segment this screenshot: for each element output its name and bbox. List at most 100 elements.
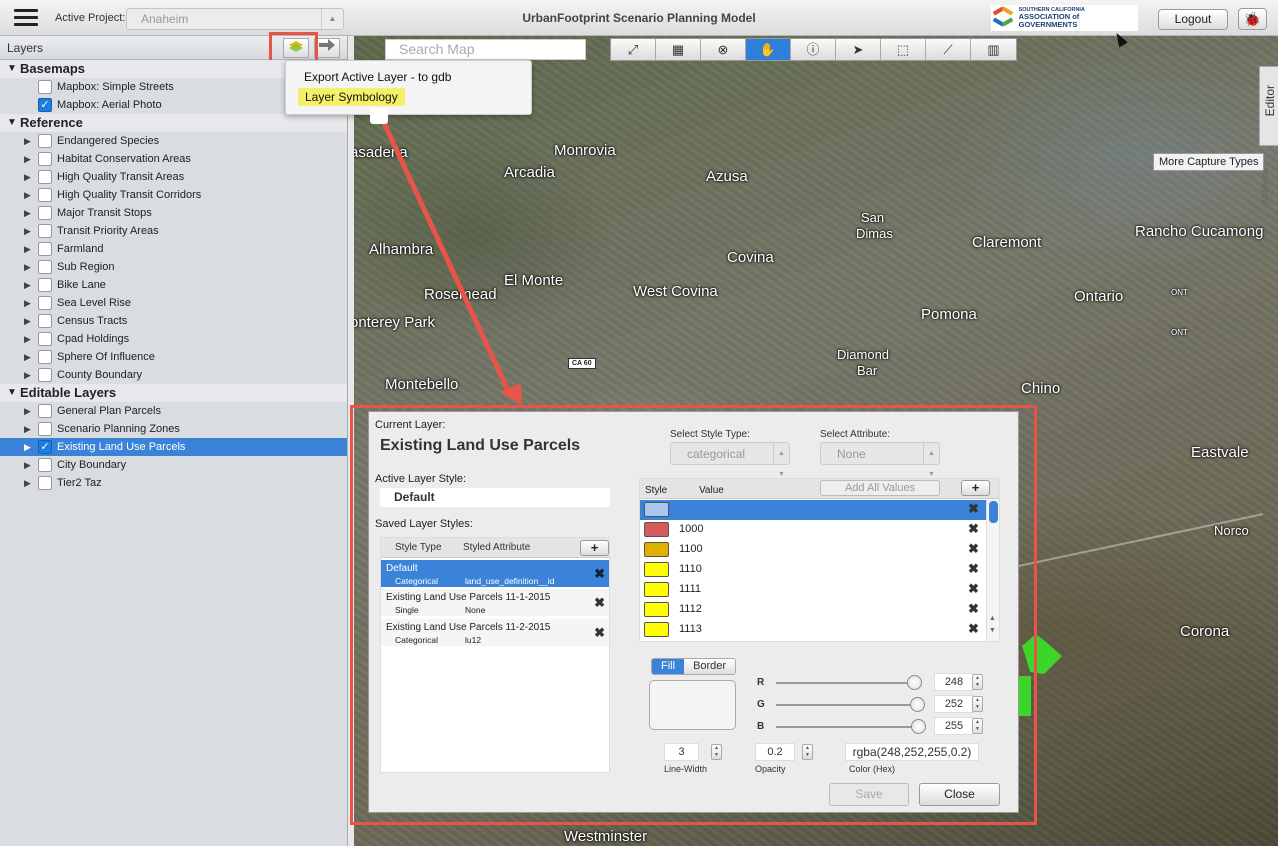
g-slider-knob[interactable] bbox=[910, 697, 925, 712]
fill-tab[interactable]: Fill bbox=[652, 659, 685, 674]
layer-row[interactable]: ▶ Census Tracts bbox=[0, 312, 347, 330]
info-icon[interactable]: ⓘ bbox=[791, 39, 836, 60]
expand-triangle-icon[interactable]: ▶ bbox=[24, 438, 31, 456]
b-stepper[interactable]: ▲ ▼ bbox=[972, 718, 983, 734]
layer-row[interactable]: ▶ County Boundary bbox=[0, 366, 347, 384]
saved-style-row-selected[interactable]: Default Categorical land_use_definition_… bbox=[381, 560, 609, 588]
checkbox-checked[interactable]: ✓ bbox=[38, 440, 52, 454]
checkbox[interactable] bbox=[38, 80, 52, 94]
style-type-select[interactable]: categorical ▲ ▼ bbox=[670, 442, 790, 478]
opacity-stepper[interactable]: ▲ ▼ bbox=[802, 744, 813, 760]
expand-triangle-icon[interactable]: ▶ bbox=[24, 312, 31, 330]
layer-row[interactable]: ▶ Sphere Of Influence bbox=[0, 348, 347, 366]
section-editable-layers[interactable]: ▼ Editable Layers bbox=[0, 384, 347, 402]
b-slider-knob[interactable] bbox=[911, 719, 926, 734]
color-swatch[interactable] bbox=[644, 622, 669, 637]
layer-row[interactable]: ▶ Sub Region bbox=[0, 258, 347, 276]
measure-icon[interactable]: ⟋ bbox=[926, 39, 971, 60]
checkbox[interactable] bbox=[38, 206, 52, 220]
layer-row[interactable]: ▶ Major Transit Stops bbox=[0, 204, 347, 222]
b-slider[interactable] bbox=[776, 726, 922, 728]
layer-row-selected[interactable]: ▶ ✓ Existing Land Use Parcels bbox=[0, 438, 347, 456]
hamburger-menu-icon[interactable] bbox=[14, 9, 38, 27]
layer-row[interactable]: ▶ Cpad Holdings bbox=[0, 330, 347, 348]
fullscreen-icon[interactable]: ⤢ bbox=[611, 39, 656, 60]
r-stepper[interactable]: ▲ ▼ bbox=[972, 674, 983, 690]
layer-row[interactable]: ▶ Endangered Species bbox=[0, 132, 347, 150]
checkbox[interactable] bbox=[38, 188, 52, 202]
value-row[interactable]: 1000 ✖ bbox=[640, 520, 986, 540]
layer-row[interactable]: ▶ Scenario Planning Zones bbox=[0, 420, 347, 438]
checkbox[interactable] bbox=[38, 458, 52, 472]
value-row[interactable]: 1113 ✖ bbox=[640, 620, 986, 640]
expand-triangle-icon[interactable]: ▶ bbox=[24, 168, 31, 186]
saved-style-row[interactable]: Existing Land Use Parcels 11-1-2015 Sing… bbox=[381, 589, 609, 617]
delete-value-icon[interactable]: ✖ bbox=[968, 501, 979, 517]
delete-value-icon[interactable]: ✖ bbox=[968, 601, 979, 617]
color-swatch[interactable] bbox=[644, 502, 669, 517]
scroll-down-icon[interactable]: ▼ bbox=[989, 627, 996, 634]
expand-triangle-icon[interactable]: ▶ bbox=[24, 276, 31, 294]
add-all-values-button[interactable]: Add All Values bbox=[820, 480, 940, 496]
r-slider[interactable] bbox=[776, 682, 916, 684]
expand-triangle-icon[interactable]: ▶ bbox=[24, 348, 31, 366]
delete-style-icon[interactable]: ✖ bbox=[594, 595, 605, 611]
pointer-icon[interactable]: ➤ bbox=[836, 39, 881, 60]
checkbox[interactable] bbox=[38, 314, 52, 328]
expand-triangle-icon[interactable]: ▶ bbox=[24, 186, 31, 204]
layer-row[interactable]: ▶ High Quality Transit Corridors bbox=[0, 186, 347, 204]
add-style-button[interactable]: + bbox=[580, 540, 609, 556]
expand-triangle-icon[interactable]: ▶ bbox=[24, 402, 31, 420]
g-stepper[interactable]: ▲ ▼ bbox=[972, 696, 983, 712]
scrollbar-thumb[interactable] bbox=[989, 501, 998, 523]
value-row[interactable]: 1112 ✖ bbox=[640, 600, 986, 620]
layer-row[interactable]: ▶ City Boundary bbox=[0, 456, 347, 474]
attribute-select[interactable]: None ▲ ▼ bbox=[820, 442, 940, 478]
expand-triangle-icon[interactable]: ▶ bbox=[24, 474, 31, 492]
expand-triangle-icon[interactable]: ▶ bbox=[24, 132, 31, 150]
line-width-value[interactable]: 3 bbox=[664, 743, 699, 761]
values-scrollbar[interactable]: ▲ ▼ bbox=[986, 499, 999, 641]
color-swatch[interactable] bbox=[644, 522, 669, 537]
expand-triangle-icon[interactable]: ▶ bbox=[24, 330, 31, 348]
bug-icon[interactable]: 🐞 bbox=[1238, 8, 1267, 30]
layer-row[interactable]: ▶ General Plan Parcels bbox=[0, 402, 347, 420]
expand-triangle-icon[interactable]: ▶ bbox=[24, 150, 31, 168]
color-swatch[interactable] bbox=[644, 582, 669, 597]
map-export-icon[interactable]: ▥ bbox=[971, 39, 1016, 60]
more-capture-types-button[interactable]: More Capture Types bbox=[1153, 153, 1265, 171]
layer-row[interactable]: ▶ Sea Level Rise bbox=[0, 294, 347, 312]
color-swatch[interactable] bbox=[644, 542, 669, 557]
scroll-up-icon[interactable]: ▲ bbox=[989, 615, 996, 622]
delete-style-icon[interactable]: ✖ bbox=[594, 566, 605, 582]
expand-triangle-icon[interactable]: ▶ bbox=[24, 456, 31, 474]
collapse-triangle-icon[interactable]: ▼ bbox=[7, 60, 17, 78]
checkbox[interactable] bbox=[38, 332, 52, 346]
checkbox[interactable] bbox=[38, 242, 52, 256]
expand-triangle-icon[interactable]: ▶ bbox=[24, 366, 31, 384]
logout-button[interactable]: Logout bbox=[1158, 9, 1228, 30]
checkbox[interactable] bbox=[38, 296, 52, 310]
delete-value-icon[interactable]: ✖ bbox=[968, 541, 979, 557]
expand-triangle-icon[interactable]: ▶ bbox=[24, 258, 31, 276]
color-swatch[interactable] bbox=[644, 602, 669, 617]
checkbox[interactable] bbox=[38, 422, 52, 436]
layer-row[interactable]: ▶ Bike Lane bbox=[0, 276, 347, 294]
color-hex-value[interactable]: rgba(248,252,255,0.2) bbox=[845, 743, 979, 761]
checkbox[interactable] bbox=[38, 134, 52, 148]
checkbox[interactable] bbox=[38, 278, 52, 292]
value-row-selected[interactable]: ✖ bbox=[640, 500, 986, 520]
checkbox[interactable] bbox=[38, 476, 52, 490]
value-row[interactable]: 1111 ✖ bbox=[640, 580, 986, 600]
value-row[interactable]: 1100 ✖ bbox=[640, 540, 986, 560]
zoom-extent-icon[interactable]: ▦ bbox=[656, 39, 701, 60]
layer-row[interactable]: ▶ Farmland bbox=[0, 240, 347, 258]
active-style-field[interactable]: Default bbox=[380, 488, 610, 507]
collapse-triangle-icon[interactable]: ▼ bbox=[7, 384, 17, 402]
delete-value-icon[interactable]: ✖ bbox=[968, 581, 979, 597]
expand-triangle-icon[interactable]: ▶ bbox=[24, 294, 31, 312]
checkbox[interactable] bbox=[38, 404, 52, 418]
layer-row[interactable]: ▶ High Quality Transit Areas bbox=[0, 168, 347, 186]
color-swatch[interactable] bbox=[644, 562, 669, 577]
checkbox[interactable] bbox=[38, 260, 52, 274]
